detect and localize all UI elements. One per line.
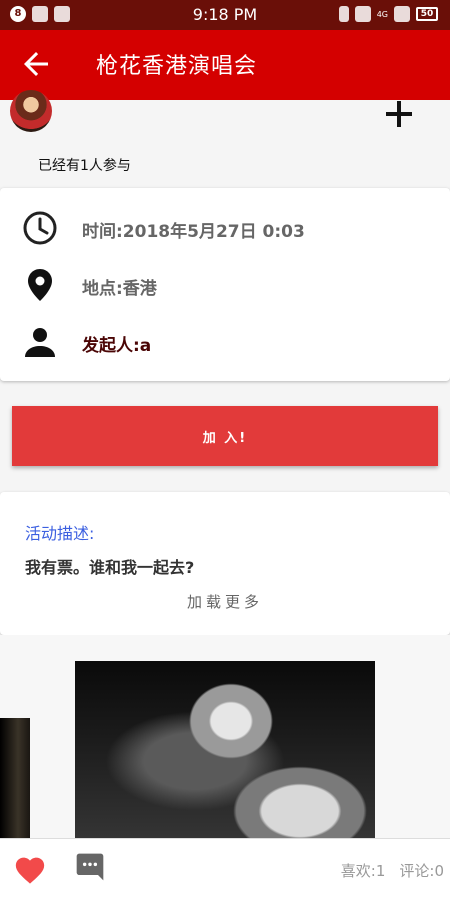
stats: 喜欢:1 评论:0 (341, 860, 444, 881)
status-bar: 8 9:18 PM 4G 50 (0, 0, 450, 30)
app-bar: 枪花香港演唱会 (0, 30, 450, 100)
description-text: 我有票。谁和我一起去? (25, 558, 195, 577)
description-label: 活动描述: (25, 524, 95, 543)
gallery-photo-main[interactable] (75, 661, 375, 840)
event-organizer: 发起人:a (82, 336, 152, 356)
participant-avatar[interactable] (10, 90, 52, 132)
join-button[interactable]: 加 入! (12, 406, 438, 466)
network-label: 4G (376, 9, 388, 19)
event-location: 地点:香港 (82, 279, 157, 299)
back-arrow-icon[interactable] (18, 46, 54, 82)
gallery-photo-prev[interactable] (0, 718, 30, 840)
event-info-card: 时间:2018年5月27日 0:03 地点:香港 发起人:a (0, 188, 450, 381)
likes-count: 喜欢:1 (340, 862, 386, 880)
location-row: 地点:香港 (0, 261, 450, 309)
bluetooth-icon (338, 6, 349, 22)
bottom-bar: 喜欢:1 评论:0 (0, 838, 450, 900)
load-more-button[interactable]: 加载更多 (0, 591, 450, 612)
location-pin-icon (28, 269, 52, 301)
event-time: 时间:2018年5月27日 0:03 (82, 222, 305, 242)
organizer-row: 发起人:a (0, 318, 450, 366)
photo-gallery (0, 635, 450, 840)
description-card: 活动描述: 我有票。谁和我一起去? 加载更多 (0, 492, 450, 635)
plus-icon[interactable] (383, 98, 415, 130)
comments-count: 评论:0 (399, 862, 444, 880)
page-title: 枪花香港演唱会 (96, 54, 258, 79)
joined-count: 已经有1人参与 (38, 158, 131, 174)
signal-icon (354, 6, 371, 22)
signal-strong-icon (394, 6, 410, 22)
battery-icon: 50 (416, 7, 438, 21)
comment-icon[interactable] (74, 851, 106, 883)
person-icon (25, 328, 55, 357)
participants-section: 已经有1人参与 (0, 90, 450, 185)
time-row: 时间:2018年5月27日 0:03 (0, 204, 450, 252)
clock-icon (23, 211, 57, 245)
status-right: 4G 50 (338, 6, 438, 22)
heart-icon[interactable] (13, 853, 47, 885)
